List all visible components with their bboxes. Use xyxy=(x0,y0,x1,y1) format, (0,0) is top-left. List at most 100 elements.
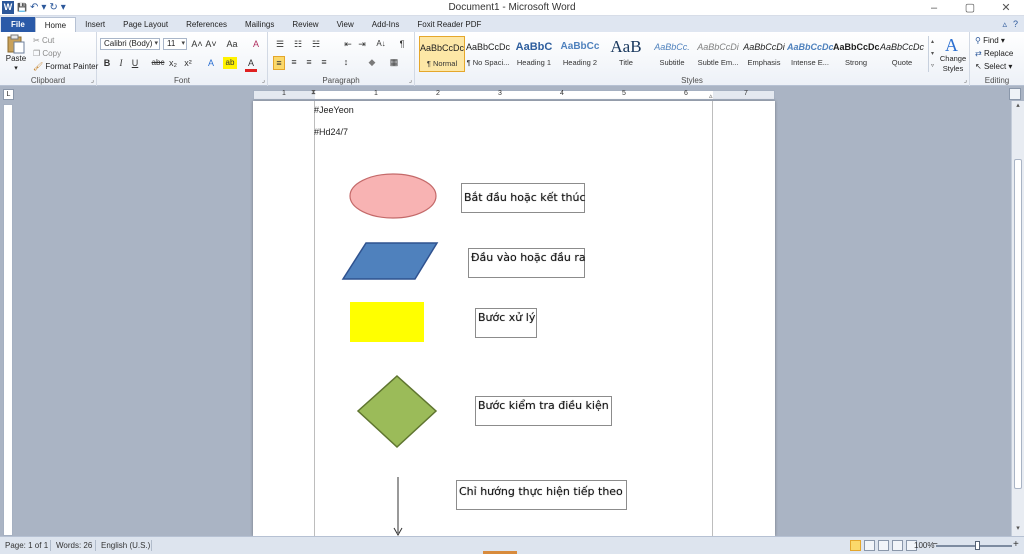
zoom-slider[interactable] xyxy=(936,545,1012,547)
shading-icon[interactable]: ◆ xyxy=(366,56,378,68)
copy-button[interactable]: ❐ Copy xyxy=(33,48,61,59)
style-name: ¶ Normal xyxy=(426,59,458,68)
web-layout-view-icon[interactable] xyxy=(878,540,889,551)
paste-button[interactable]: Paste ▾ xyxy=(3,34,29,74)
print-layout-view-icon[interactable] xyxy=(850,540,861,551)
shrink-font-icon[interactable]: A˅ xyxy=(205,38,217,50)
style-strong[interactable]: AaBbCcDc Strong xyxy=(833,36,879,72)
tab-file[interactable]: File xyxy=(1,17,35,32)
align-right-icon[interactable]: ≡ xyxy=(303,56,315,68)
shape-label-textbox[interactable]: Bước kiểm tra điều kiện xyxy=(475,396,612,426)
vertical-ruler[interactable] xyxy=(3,104,13,536)
change-styles-button[interactable]: A Change Styles xyxy=(937,34,969,74)
horizontal-ruler[interactable]: 1 1 2 3 4 5 6 7 ⧗ ▵ xyxy=(253,89,775,100)
scroll-down-icon[interactable]: ▾ xyxy=(1012,524,1024,536)
highlight-icon[interactable]: ab xyxy=(223,57,237,69)
tab-insert[interactable]: Insert xyxy=(76,17,114,32)
input-output-parallelogram-shape[interactable] xyxy=(341,242,439,280)
style-subtitle[interactable]: AaBbCc. Subtitle xyxy=(649,36,695,72)
view-ruler-button[interactable] xyxy=(1009,88,1021,100)
shape-label-textbox[interactable]: Chỉ hướng thực hiện tiếp theo xyxy=(456,480,627,510)
styles-launcher-icon[interactable]: ⌟ xyxy=(964,76,967,84)
underline-icon[interactable]: U xyxy=(129,57,141,69)
style-subtle-emphasis[interactable]: AaBbCcDi Subtle Em... xyxy=(695,36,741,72)
replace-button[interactable]: ⇄ Replace xyxy=(975,48,1013,59)
document-page[interactable]: #JeeYeon #Hd24/7 Bắt đầu hoặc kết thúc Đ… xyxy=(253,101,775,536)
tab-home[interactable]: Home xyxy=(34,17,77,32)
tab-foxit-reader-pdf[interactable]: Foxit Reader PDF xyxy=(408,17,490,32)
indent-marker-icon[interactable]: ⧗ xyxy=(311,89,316,97)
italic-icon[interactable]: I xyxy=(115,57,127,69)
minimize-button[interactable]: – xyxy=(916,0,952,16)
zoom-in-icon[interactable]: + xyxy=(1013,539,1019,550)
line-spacing-icon[interactable]: ↕ xyxy=(340,56,352,68)
numbering-icon[interactable]: ☷ xyxy=(292,38,304,50)
grow-font-icon[interactable]: A˄ xyxy=(191,38,203,50)
maximize-button[interactable]: ▢ xyxy=(952,0,988,16)
style-intense-emphasis[interactable]: AaBbCcDc Intense E... xyxy=(787,36,833,72)
superscript-icon[interactable]: x² xyxy=(182,57,194,69)
center-icon[interactable]: ≡ xyxy=(288,56,300,68)
sort-icon[interactable]: A↓ xyxy=(374,38,388,50)
word-count[interactable]: Words: 26 xyxy=(56,541,92,550)
select-button[interactable]: ↖ Select ▾ xyxy=(975,61,1012,72)
right-indent-marker-icon[interactable]: ▵ xyxy=(709,92,713,100)
bold-icon[interactable]: B xyxy=(101,57,113,69)
scrollbar-thumb[interactable] xyxy=(1014,159,1022,489)
vertical-scrollbar[interactable]: ▴ ▾ xyxy=(1011,101,1024,536)
tab-references[interactable]: References xyxy=(177,17,236,32)
bullets-icon[interactable]: ☰ xyxy=(274,38,286,50)
tab-page-layout[interactable]: Page Layout xyxy=(114,17,177,32)
show-formatting-marks-icon[interactable]: ¶ xyxy=(396,38,408,50)
style-quote[interactable]: AaBbCcDc Quote xyxy=(879,36,925,72)
paragraph-launcher-icon[interactable]: ⌟ xyxy=(409,76,412,84)
multilevel-list-icon[interactable]: ☵ xyxy=(310,38,322,50)
process-rectangle-shape[interactable] xyxy=(350,302,424,342)
tab-mailings[interactable]: Mailings xyxy=(236,17,283,32)
clipboard-launcher-icon[interactable]: ⌟ xyxy=(91,76,94,84)
style-no-spacing[interactable]: AaBbCcDc ¶ No Spaci... xyxy=(465,36,511,72)
minimize-ribbon-icon[interactable]: ▵ xyxy=(1002,19,1007,30)
language-indicator[interactable]: English (U.S.) xyxy=(101,541,150,550)
find-button[interactable]: ⚲ Find ▾ xyxy=(975,35,1005,46)
style-title[interactable]: AaB Title xyxy=(603,36,649,72)
decision-diamond-shape[interactable] xyxy=(356,374,438,449)
increase-indent-icon[interactable]: ⇥ xyxy=(356,38,368,50)
justify-icon[interactable]: ≡ xyxy=(318,56,330,68)
font-family-dropdown[interactable]: Calibri (Body) xyxy=(100,38,160,50)
shape-label-textbox[interactable]: Bắt đầu hoặc kết thúc xyxy=(461,183,586,213)
outline-view-icon[interactable] xyxy=(892,540,903,551)
font-color-icon[interactable]: A xyxy=(245,57,257,72)
full-screen-reading-view-icon[interactable] xyxy=(864,540,875,551)
zoom-slider-thumb[interactable] xyxy=(975,541,980,550)
tab-review[interactable]: Review xyxy=(283,17,327,32)
scroll-up-icon[interactable]: ▴ xyxy=(1012,101,1024,113)
format-painter-button[interactable]: 🖌 Format Painter xyxy=(33,61,98,72)
strikethrough-icon[interactable]: abc xyxy=(150,57,166,69)
style-heading-1[interactable]: AaBbC Heading 1 xyxy=(511,36,557,72)
font-size-dropdown[interactable]: 11 xyxy=(163,38,187,50)
text-effects-icon[interactable]: A xyxy=(205,57,217,69)
subscript-icon[interactable]: x₂ xyxy=(167,57,179,69)
style-normal[interactable]: AaBbCcDc ¶ Normal xyxy=(419,36,465,72)
borders-icon[interactable]: ▦ xyxy=(388,56,400,68)
tab-add-ins[interactable]: Add-Ins xyxy=(363,17,409,32)
styles-gallery-scroll[interactable]: ▴ ▾ ▿ xyxy=(928,36,936,72)
page-count[interactable]: Page: 1 of 1 xyxy=(5,541,48,550)
font-launcher-icon[interactable]: ⌟ xyxy=(262,76,265,84)
tab-view[interactable]: View xyxy=(328,17,363,32)
align-left-icon[interactable]: ≡ xyxy=(273,56,285,70)
change-case-icon[interactable]: Aa xyxy=(223,38,241,50)
close-button[interactable]: ✕ xyxy=(988,0,1024,16)
shape-label-textbox[interactable]: Đầu vào hoặc đầu ra xyxy=(468,248,586,278)
clear-formatting-icon[interactable]: A xyxy=(250,38,262,50)
shape-label-textbox[interactable]: Bước xử lý xyxy=(475,308,537,338)
tab-selector[interactable]: L xyxy=(3,89,14,100)
help-icon[interactable]: ? xyxy=(1013,19,1018,29)
style-heading-2[interactable]: AaBbCc Heading 2 xyxy=(557,36,603,72)
decrease-indent-icon[interactable]: ⇤ xyxy=(342,38,354,50)
style-emphasis[interactable]: AaBbCcDi Emphasis xyxy=(741,36,787,72)
replace-icon: ⇄ xyxy=(975,49,984,58)
cut-button[interactable]: ✂ Cut xyxy=(33,35,54,46)
terminator-ellipse-shape[interactable] xyxy=(349,173,437,219)
